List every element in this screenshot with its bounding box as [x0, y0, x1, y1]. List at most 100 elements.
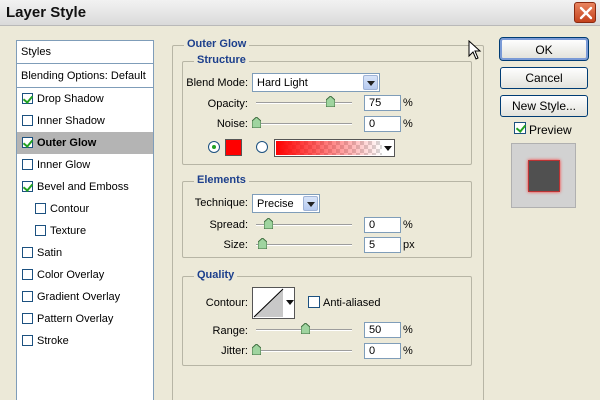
style-item-label: Color Overlay: [37, 269, 105, 281]
technique-select[interactable]: Precise: [252, 194, 320, 213]
chevron-down-icon: [286, 300, 294, 305]
spread-label: Spread:: [209, 219, 248, 231]
noise-slider-thumb[interactable]: [252, 117, 261, 128]
opacity-input[interactable]: 75: [364, 95, 401, 111]
jitter-label: Jitter:: [221, 345, 248, 357]
style-item-label: Outer Glow: [37, 137, 97, 149]
pattern-overlay-checkbox[interactable]: [22, 313, 33, 324]
style-item-inner-glow[interactable]: Inner Glow: [17, 154, 153, 176]
style-item-color-overlay[interactable]: Color Overlay: [17, 264, 153, 286]
anti-aliased-checkbox[interactable]: [308, 296, 320, 308]
anti-aliased-label: Anti-aliased: [323, 297, 381, 309]
preview-swatch: [528, 160, 560, 192]
range-label: Range:: [212, 325, 248, 337]
blend-mode-value: Hard Light: [257, 77, 308, 89]
close-button[interactable]: [574, 2, 596, 23]
chevron-down-icon: [384, 146, 392, 151]
opacity-slider-thumb[interactable]: [326, 96, 335, 107]
texture-checkbox[interactable]: [35, 225, 46, 236]
new-style-button[interactable]: New Style...: [500, 95, 588, 117]
size-unit: px: [403, 239, 415, 251]
glow-color-swatch[interactable]: [225, 139, 242, 156]
contour-label: Contour:: [205, 297, 248, 309]
styles-header[interactable]: Styles: [17, 41, 153, 64]
spread-slider-thumb[interactable]: [264, 218, 273, 229]
outer-glow-checkbox[interactable]: [22, 137, 33, 148]
styles-header-label: Styles: [21, 46, 51, 58]
chevron-down-icon[interactable]: [363, 75, 378, 90]
style-item-label: Pattern Overlay: [37, 313, 114, 325]
elements-title: Elements: [194, 174, 249, 186]
style-item-label: Inner Shadow: [37, 115, 105, 127]
noise-input[interactable]: 0: [364, 116, 401, 132]
stroke-checkbox[interactable]: [22, 335, 33, 346]
style-item-label: Contour: [50, 203, 90, 215]
style-item-label: Drop Shadow: [37, 93, 104, 105]
cancel-button[interactable]: Cancel: [500, 67, 588, 89]
gradient-dropdown-arrow[interactable]: [383, 141, 393, 155]
styles-list: Styles Blending Options: Default Drop Sh…: [16, 40, 154, 400]
style-item-bevel-emboss[interactable]: Bevel and Emboss: [17, 176, 153, 198]
range-slider-thumb[interactable]: [301, 323, 310, 334]
gradient-picker[interactable]: [274, 139, 395, 157]
contour-checkbox[interactable]: [35, 203, 46, 214]
style-preview: [511, 143, 576, 208]
bevel-emboss-checkbox[interactable]: [22, 181, 33, 192]
preview-checkbox[interactable]: [514, 122, 526, 134]
noise-label: Noise:: [216, 118, 248, 130]
style-item-label: Gradient Overlay: [37, 291, 121, 303]
gradient-overlay-checkbox[interactable]: [22, 291, 33, 302]
style-item-label: Texture: [50, 225, 87, 237]
style-item-label: Stroke: [37, 335, 69, 347]
style-item-stroke[interactable]: Stroke: [17, 330, 153, 352]
jitter-slider-track[interactable]: [256, 350, 352, 352]
style-item-texture[interactable]: Texture: [17, 220, 153, 242]
technique-value: Precise: [257, 198, 294, 210]
spread-unit: %: [403, 219, 413, 231]
mouse-cursor-icon: [468, 40, 482, 60]
range-input[interactable]: 50: [364, 322, 401, 338]
style-item-label: Satin: [37, 247, 63, 259]
outer-glow-title: Outer Glow: [184, 38, 250, 50]
style-item-gradient-overlay[interactable]: Gradient Overlay: [17, 286, 153, 308]
size-slider-thumb[interactable]: [258, 238, 267, 249]
jitter-input[interactable]: 0: [364, 343, 401, 359]
inner-glow-checkbox[interactable]: [22, 159, 33, 170]
style-item-satin[interactable]: Satin: [17, 242, 153, 264]
opacity-label: Opacity:: [207, 98, 248, 110]
style-item-pattern-overlay[interactable]: Pattern Overlay: [17, 308, 153, 330]
jitter-slider-thumb[interactable]: [252, 344, 261, 355]
style-item-label: Inner Glow: [37, 159, 91, 171]
chevron-down-icon[interactable]: [303, 196, 318, 211]
gradient-radio[interactable]: [256, 141, 268, 153]
window-title: Layer Style: [6, 4, 87, 21]
contour-picker[interactable]: [252, 287, 295, 319]
style-item-contour[interactable]: Contour: [17, 198, 153, 220]
blend-mode-select[interactable]: Hard Light: [252, 73, 380, 92]
style-item-inner-shadow[interactable]: Inner Shadow: [17, 110, 153, 132]
opacity-slider-track[interactable]: [256, 102, 352, 104]
blend-mode-label: Blend Mode:: [186, 77, 248, 89]
color-overlay-checkbox[interactable]: [22, 269, 33, 280]
quality-title: Quality: [194, 269, 238, 281]
blending-options-item[interactable]: Blending Options: Default: [17, 64, 153, 88]
inner-shadow-checkbox[interactable]: [22, 115, 33, 126]
preview-label: Preview: [529, 123, 572, 137]
spread-input[interactable]: 0: [364, 217, 401, 233]
satin-checkbox[interactable]: [22, 247, 33, 258]
style-item-drop-shadow[interactable]: Drop Shadow: [17, 88, 153, 110]
solid-color-radio[interactable]: [208, 141, 220, 153]
ok-button[interactable]: OK: [499, 37, 589, 61]
noise-unit: %: [403, 118, 413, 130]
style-item-label: Bevel and Emboss: [37, 181, 129, 193]
gradient-preview: [276, 141, 382, 155]
size-label: Size:: [223, 239, 248, 251]
drop-shadow-checkbox[interactable]: [22, 93, 33, 104]
opacity-unit: %: [403, 97, 413, 109]
noise-slider-track[interactable]: [256, 123, 352, 125]
close-icon: [579, 6, 593, 20]
style-item-outer-glow[interactable]: Outer Glow: [17, 132, 153, 154]
size-input[interactable]: 5: [364, 237, 401, 253]
size-slider-track[interactable]: [256, 244, 352, 246]
structure-title: Structure: [194, 54, 249, 66]
